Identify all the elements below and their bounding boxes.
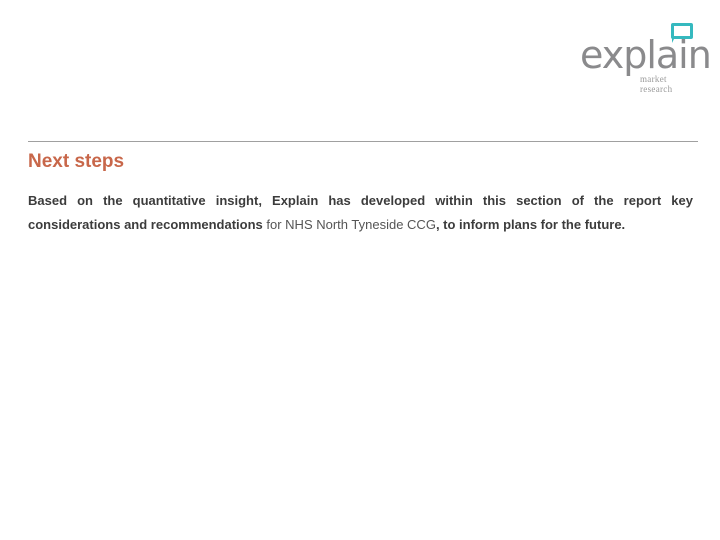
logo-wordmark: explain <box>580 33 712 77</box>
header-divider <box>28 141 698 142</box>
explain-logo: explain market research <box>580 20 712 94</box>
logo-tagline: market research <box>640 74 673 94</box>
body-text-part2: for NHS North Tyneside CCG <box>266 217 436 232</box>
section-body: Based on the quantitative insight, Expla… <box>28 189 693 237</box>
body-text-part3: , to inform plans for the future. <box>435 217 626 232</box>
section-title: Next steps <box>28 151 125 172</box>
